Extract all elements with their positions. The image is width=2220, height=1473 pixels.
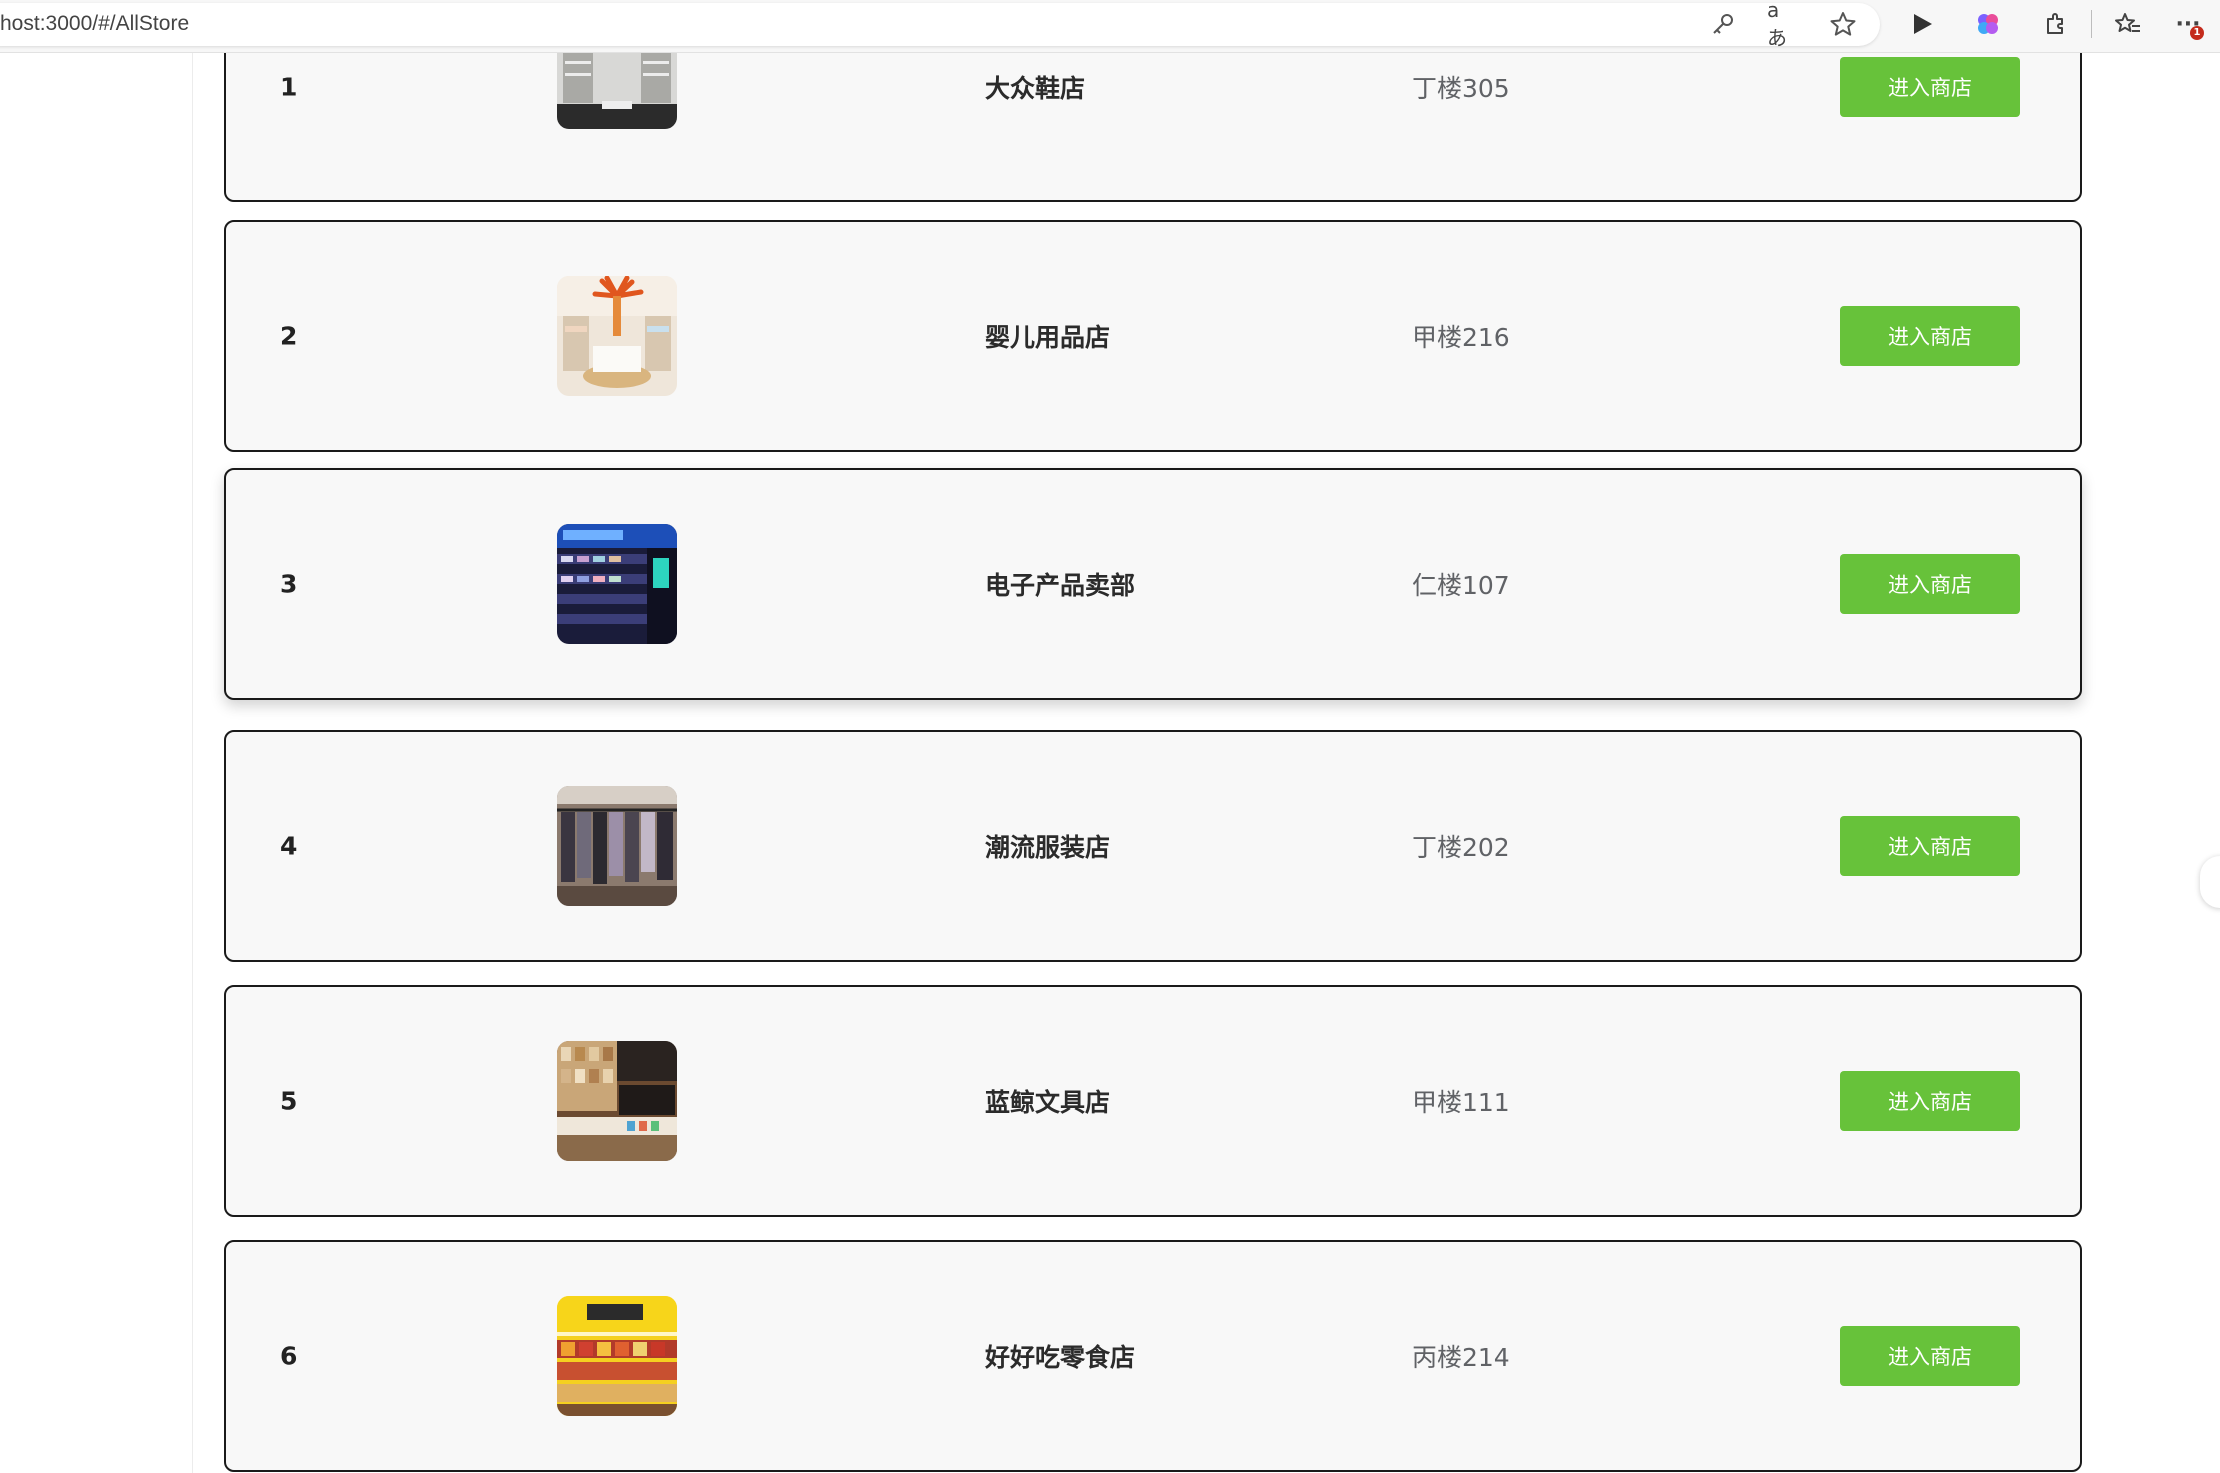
store-row: 4 潮流服装店 丁楼202 进入商店	[224, 730, 2082, 962]
store-name: 好好吃零食店	[985, 1343, 1136, 1372]
key-icon[interactable]	[1707, 8, 1739, 40]
store-name: 潮流服装店	[985, 833, 1111, 862]
store-name: 电子产品卖部	[985, 571, 1136, 600]
left-gutter	[0, 52, 193, 1473]
enter-store-button[interactable]: 进入商店	[1840, 554, 2020, 614]
translate-label: aあ	[1767, 0, 1787, 50]
store-location: 仁楼107	[1412, 571, 1510, 600]
enter-store-button[interactable]: 进入商店	[1840, 1071, 2020, 1131]
enter-store-button[interactable]: 进入商店	[1840, 816, 2020, 876]
electronics-store-image	[557, 524, 677, 644]
store-location: 丁楼305	[1412, 74, 1510, 103]
url-text[interactable]: host:3000/#/AllStore	[0, 12, 189, 36]
play-icon[interactable]	[1906, 8, 1938, 40]
favorites-icon[interactable]	[2112, 8, 2144, 40]
store-row: 6 好好吃零食店 丙楼214 进入商店	[224, 1240, 2082, 1472]
more-icon[interactable]: ··· 1	[2172, 8, 2204, 40]
store-name: 婴儿用品店	[985, 323, 1111, 352]
store-name: 蓝鲸文具店	[985, 1088, 1111, 1117]
address-bar[interactable]: host:3000/#/AllStore	[0, 3, 1880, 46]
baby-store-image	[557, 276, 677, 396]
stationery-store-image	[557, 1041, 677, 1161]
store-location: 甲楼111	[1412, 1088, 1510, 1117]
star-icon[interactable]	[1827, 8, 1859, 40]
store-row: 5 蓝鲸文具店 甲楼111 进入商店	[224, 985, 2082, 1217]
enter-store-button[interactable]: 进入商店	[1840, 57, 2020, 117]
store-index: 6	[280, 1341, 298, 1371]
notification-badge: 1	[2190, 26, 2204, 40]
browser-toolbar: host:3000/#/AllStore aあ ··· 1	[0, 0, 2220, 53]
store-location: 甲楼216	[1412, 323, 1510, 352]
store-location: 丁楼202	[1412, 833, 1510, 862]
snack-store-image	[557, 1296, 677, 1416]
store-row: 2 婴儿用品店 甲楼216 进入商店	[224, 220, 2082, 452]
store-index: 4	[280, 831, 298, 861]
store-index: 1	[280, 72, 298, 102]
clothing-store-image	[557, 786, 677, 906]
store-name: 大众鞋店	[985, 74, 1086, 103]
sidebar-toggle[interactable]	[2200, 856, 2220, 908]
translate-icon[interactable]: aあ	[1767, 0, 1799, 50]
store-location: 丙楼214	[1412, 1343, 1510, 1372]
extensions-icon[interactable]	[2039, 8, 2071, 40]
store-index: 5	[280, 1086, 298, 1116]
enter-store-button[interactable]: 进入商店	[1840, 306, 2020, 366]
enter-store-button[interactable]: 进入商店	[1840, 1326, 2020, 1386]
store-index: 3	[280, 569, 298, 599]
store-index: 2	[280, 321, 298, 351]
store-row: 3 电子产品卖部 仁楼107 进入商店	[224, 468, 2082, 700]
brain-icon[interactable]	[1972, 8, 2004, 40]
toolbar-separator	[2091, 10, 2092, 38]
